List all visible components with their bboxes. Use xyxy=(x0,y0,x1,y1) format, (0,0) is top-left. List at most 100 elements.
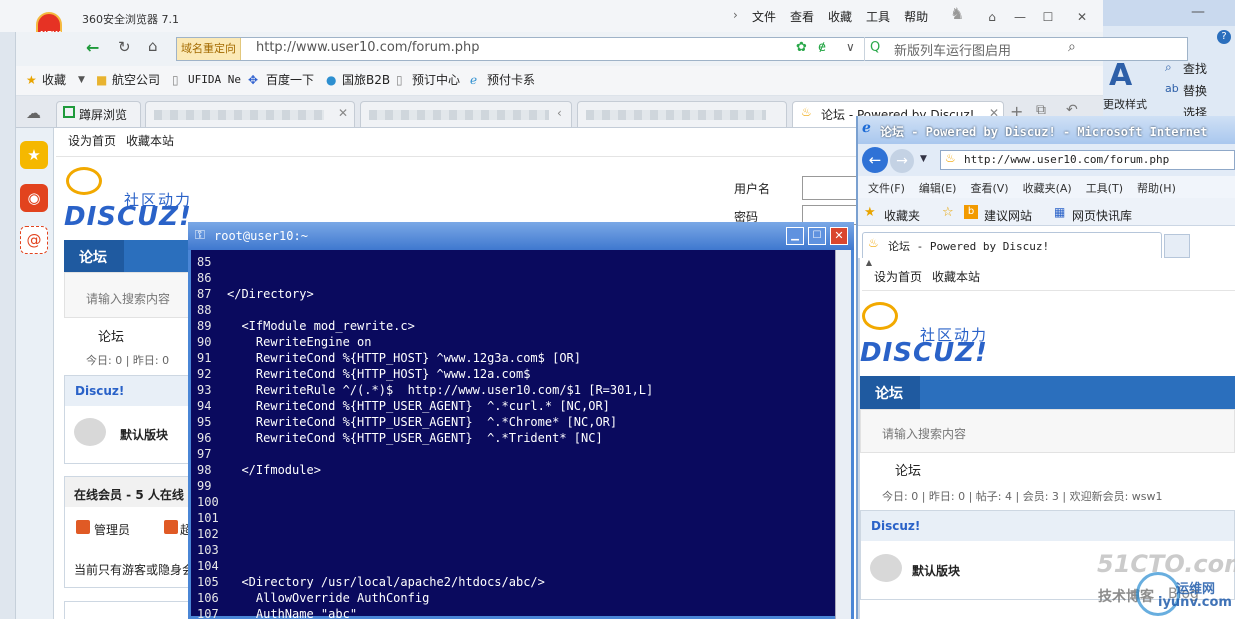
terminal-body[interactable]: 85 86 87 </Directory> 88 89 <IfModule mod_rew… xyxy=(191,252,833,619)
line-number: 96 xyxy=(197,431,212,445)
line-text: AllowOverride AuthConfig xyxy=(227,591,430,605)
terminal-line: 88 xyxy=(197,302,227,318)
menu-arrow-icon[interactable]: › xyxy=(733,8,738,22)
dropdown-icon[interactable]: ∨ xyxy=(846,40,855,54)
ie-suggested-sites[interactable]: 建议网站 xyxy=(984,207,1032,224)
forum-search-input[interactable]: 请输入搜索内容 xyxy=(86,290,170,307)
line-number: 100 xyxy=(197,495,219,509)
line-text: AuthName "abc" xyxy=(227,607,358,619)
tab-blurred-1[interactable]: ✕ xyxy=(145,101,355,127)
browser-title: 360安全浏览器 7.1 xyxy=(82,13,179,26)
chevron-left-icon[interactable]: ‹ xyxy=(557,106,562,120)
nav-forum-label[interactable]: 论坛 xyxy=(79,247,107,267)
ie-menu-edit[interactable]: 编辑(E) xyxy=(919,180,957,196)
ie-webslice-gallery[interactable]: 网页快讯库 xyxy=(1072,207,1132,224)
ie-favorites-button[interactable]: 收藏夹 xyxy=(884,207,920,224)
board-bubble-icon xyxy=(74,418,106,446)
tab-squat[interactable]: 蹲屏浏览 xyxy=(56,101,141,127)
set-homepage-link[interactable]: 设为首页 xyxy=(68,132,116,149)
ie-new-tab[interactable] xyxy=(1164,234,1190,258)
terminal-line: 90 RewriteEngine on xyxy=(197,334,372,350)
minimize-icon[interactable]: — xyxy=(1191,4,1205,20)
close-icon[interactable]: ✕ xyxy=(1072,8,1092,26)
ie-bookmark-site-link[interactable]: 收藏本站 xyxy=(932,268,980,285)
username-input[interactable] xyxy=(802,176,862,200)
pin-icon[interactable]: ⌂ xyxy=(982,8,1002,26)
menu-tools[interactable]: 工具 xyxy=(866,8,890,25)
refresh-icon[interactable]: ↻ xyxy=(118,38,131,56)
forum-stats: 今日: 0 | 昨日: 0 xyxy=(86,354,170,367)
minimize-icon[interactable]: ▁ xyxy=(786,227,804,245)
ie-mode-icon[interactable]: ɇ xyxy=(818,40,826,55)
terminal-line: 100 xyxy=(197,494,227,510)
forward-icon[interactable]: → xyxy=(890,149,914,173)
add-favorite-icon[interactable]: ☆ xyxy=(942,205,954,220)
security-icon[interactable]: ✿ xyxy=(796,40,807,55)
chevron-down-icon[interactable]: ▼ xyxy=(920,154,927,164)
ie-discuz-bubble-icon xyxy=(862,302,898,330)
back-icon[interactable]: ← xyxy=(86,38,99,57)
menu-help[interactable]: 帮助 xyxy=(904,8,928,25)
search-input[interactable]: 新版列车运行图启用 xyxy=(894,40,1011,59)
ie-menu-favorites[interactable]: 收藏夹(A) xyxy=(1023,180,1072,196)
home-icon[interactable]: ⌂ xyxy=(148,37,158,55)
fav-item-collect[interactable]: 收藏 xyxy=(42,71,66,89)
replace-button[interactable]: 替换 xyxy=(1183,82,1207,99)
maximize-icon[interactable]: ☐ xyxy=(808,227,826,245)
section-title[interactable]: Discuz! xyxy=(75,384,124,398)
star-icon[interactable]: ★ xyxy=(20,141,48,169)
ie-section-title[interactable]: Discuz! xyxy=(871,519,920,533)
fav-item-airline[interactable]: 航空公司 xyxy=(112,71,160,89)
menu-favorites[interactable]: 收藏 xyxy=(828,8,852,25)
ie-nav-forum-label[interactable]: 论坛 xyxy=(875,383,903,403)
ie-menu-help[interactable]: 帮助(H) xyxy=(1137,180,1176,196)
ie-set-homepage-link[interactable]: 设为首页 xyxy=(874,268,922,285)
close-icon[interactable]: ✕ xyxy=(830,227,848,245)
ie-menu-file[interactable]: 文件(F) xyxy=(868,180,905,196)
page-toplinks: 设为首页 收藏本站 xyxy=(68,132,174,149)
minimize-icon[interactable]: — xyxy=(1010,8,1030,26)
ie-menu-tools[interactable]: 工具(T) xyxy=(1086,180,1123,196)
board-name[interactable]: 默认版块 xyxy=(120,426,168,443)
url-field[interactable]: http://www.user10.com/forum.php xyxy=(256,40,480,55)
chevron-down-icon[interactable]: ▼ xyxy=(78,71,85,89)
tab-blurred-3[interactable] xyxy=(577,101,787,127)
ie-menu-view[interactable]: 查看(V) xyxy=(970,180,1008,196)
menu-view[interactable]: 查看 xyxy=(790,8,814,25)
line-number: 103 xyxy=(197,543,219,557)
maximize-icon[interactable]: ☐ xyxy=(1038,8,1058,26)
search-engine-icon[interactable]: Q xyxy=(870,40,880,55)
change-style-label[interactable]: 更改样式 xyxy=(1103,96,1147,112)
find-button[interactable]: 查找 xyxy=(1183,60,1207,77)
fav-item-prepaid[interactable]: 预付卡系 xyxy=(487,71,535,89)
weibo-icon[interactable]: ◉ xyxy=(20,184,48,212)
search-icon[interactable]: ⌕ xyxy=(1068,39,1076,55)
close-icon[interactable]: ✕ xyxy=(338,106,348,120)
menu-file[interactable]: 文件 xyxy=(752,8,776,25)
help-icon[interactable]: ? xyxy=(1217,30,1231,44)
select-button[interactable]: 选择 xyxy=(1183,104,1207,116)
line-number: 101 xyxy=(197,511,219,525)
tab-blurred-2[interactable]: ‹ xyxy=(360,101,572,127)
redirect-badge[interactable]: 域名重定向 xyxy=(177,38,241,60)
terminal-scrollbar[interactable] xyxy=(835,250,851,619)
fav-item-b2b[interactable]: 国旅B2B xyxy=(342,71,390,89)
back-icon[interactable]: ← xyxy=(862,147,888,173)
ie-forum-search-input[interactable]: 请输入搜索内容 xyxy=(882,425,966,442)
watermark-ops-url: iyunv.com xyxy=(1158,595,1232,610)
cloud-icon[interactable]: ☁ xyxy=(26,104,41,122)
bookmark-site-link[interactable]: 收藏本站 xyxy=(126,132,174,149)
terminal-line: 96 RewriteCond %{HTTP_USER_AGENT} ^.*Tri… xyxy=(197,430,603,446)
skin-icon[interactable]: ♞ xyxy=(950,4,964,23)
fav-item-ufida[interactable]: UFIDA Ne xyxy=(188,71,241,89)
ie-forum-link[interactable]: 论坛 xyxy=(895,460,921,479)
email-icon[interactable]: @ xyxy=(20,226,48,254)
forum-link[interactable]: 论坛 xyxy=(98,326,124,345)
ie-menu-items: 文件(F) 编辑(E) 查看(V) 收藏夹(A) 工具(T) 帮助(H) xyxy=(868,180,1176,196)
ie-board-name[interactable]: 默认版块 xyxy=(912,562,960,579)
tab-icon xyxy=(63,106,75,118)
fav-item-baidu[interactable]: 百度一下 xyxy=(266,71,314,89)
fav-item-booking[interactable]: 预订中心 xyxy=(412,71,460,89)
terminal-line: 94 RewriteCond %{HTTP_USER_AGENT} ^.*cur… xyxy=(197,398,610,414)
ie-url-field[interactable]: http://www.user10.com/forum.php xyxy=(964,153,1169,166)
